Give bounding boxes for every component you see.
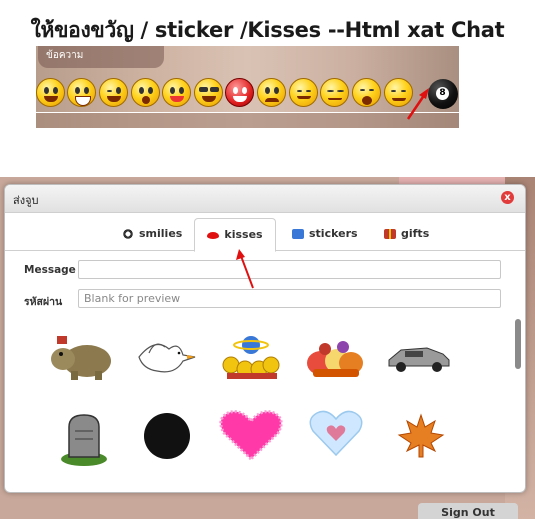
smiley-wink-icon[interactable] <box>99 78 128 107</box>
gift-icon <box>384 229 396 239</box>
fruit-basket-icon[interactable] <box>303 333 369 383</box>
tab-kisses[interactable]: kisses <box>194 218 276 252</box>
tab-stickers[interactable]: stickers <box>292 218 358 249</box>
smiley-shocked-icon[interactable] <box>131 78 160 107</box>
password-field[interactable]: Blank for preview <box>78 289 501 308</box>
smiley-blush-icon[interactable] <box>289 78 318 107</box>
page-title: ให้ของขวัญ / sticker /Kisses --Html xat … <box>30 18 505 42</box>
tab-gifts-label: gifts <box>401 227 430 240</box>
maple-leaf-icon[interactable] <box>397 411 445 461</box>
light-blue-heart-icon[interactable] <box>308 409 364 459</box>
tab-smilies[interactable]: smilies <box>122 218 182 249</box>
smiley-tongue-icon[interactable] <box>162 78 191 107</box>
kiss-dialog: ส่งจูบ x smilies kisses stickers gifts M… <box>4 184 526 493</box>
scrollbar[interactable] <box>515 319 521 369</box>
smiley-angry-icon[interactable] <box>225 78 254 107</box>
tab-kisses-label: kisses <box>224 228 263 241</box>
smiley-sad-icon[interactable] <box>257 78 286 107</box>
tab-stickers-label: stickers <box>309 227 358 240</box>
dove-icon[interactable] <box>135 333 199 383</box>
lips-icon <box>207 231 220 239</box>
smiley-sunglasses-icon[interactable] <box>194 78 223 107</box>
smiley-big-smile-icon[interactable] <box>67 78 96 107</box>
tab-gifts[interactable]: gifts <box>384 218 429 249</box>
pink-heart-icon[interactable] <box>218 409 284 463</box>
smiley-yawn-icon[interactable] <box>352 78 381 107</box>
message-label: Message <box>24 264 76 276</box>
eight-ball-icon[interactable]: 8 <box>428 79 458 109</box>
message-field[interactable] <box>78 260 501 279</box>
tab-smilies-label: smilies <box>139 227 183 240</box>
delorean-car-icon[interactable] <box>387 340 453 374</box>
dialog-title: ส่งจูบ <box>13 194 39 207</box>
eight-ball-label: 8 <box>436 87 449 100</box>
hippo-kiss-icon[interactable] <box>49 333 115 383</box>
chat-bubble: ข้อความ <box>38 46 164 68</box>
smiley-unhappy-icon[interactable] <box>320 78 349 107</box>
sign-out-button[interactable]: Sign Out <box>418 503 518 519</box>
arrow-annotation-icon <box>236 249 254 289</box>
gravestone-icon[interactable] <box>57 411 111 467</box>
planet-smilies-icon[interactable] <box>219 331 283 385</box>
sticker-icon <box>292 229 304 239</box>
password-label: รหัสผ่าน <box>24 296 63 308</box>
strip-bottom-bar <box>36 112 459 128</box>
smiley-grin-icon[interactable] <box>36 78 65 107</box>
tab-bar: smilies kisses stickers gifts <box>5 218 525 252</box>
arrow-annotation-icon <box>406 88 429 120</box>
dialog-header: ส่งจูบ x <box>5 185 525 213</box>
smiley-icon <box>122 229 134 239</box>
close-icon[interactable]: x <box>501 191 514 204</box>
black-circle-icon[interactable] <box>144 413 190 459</box>
